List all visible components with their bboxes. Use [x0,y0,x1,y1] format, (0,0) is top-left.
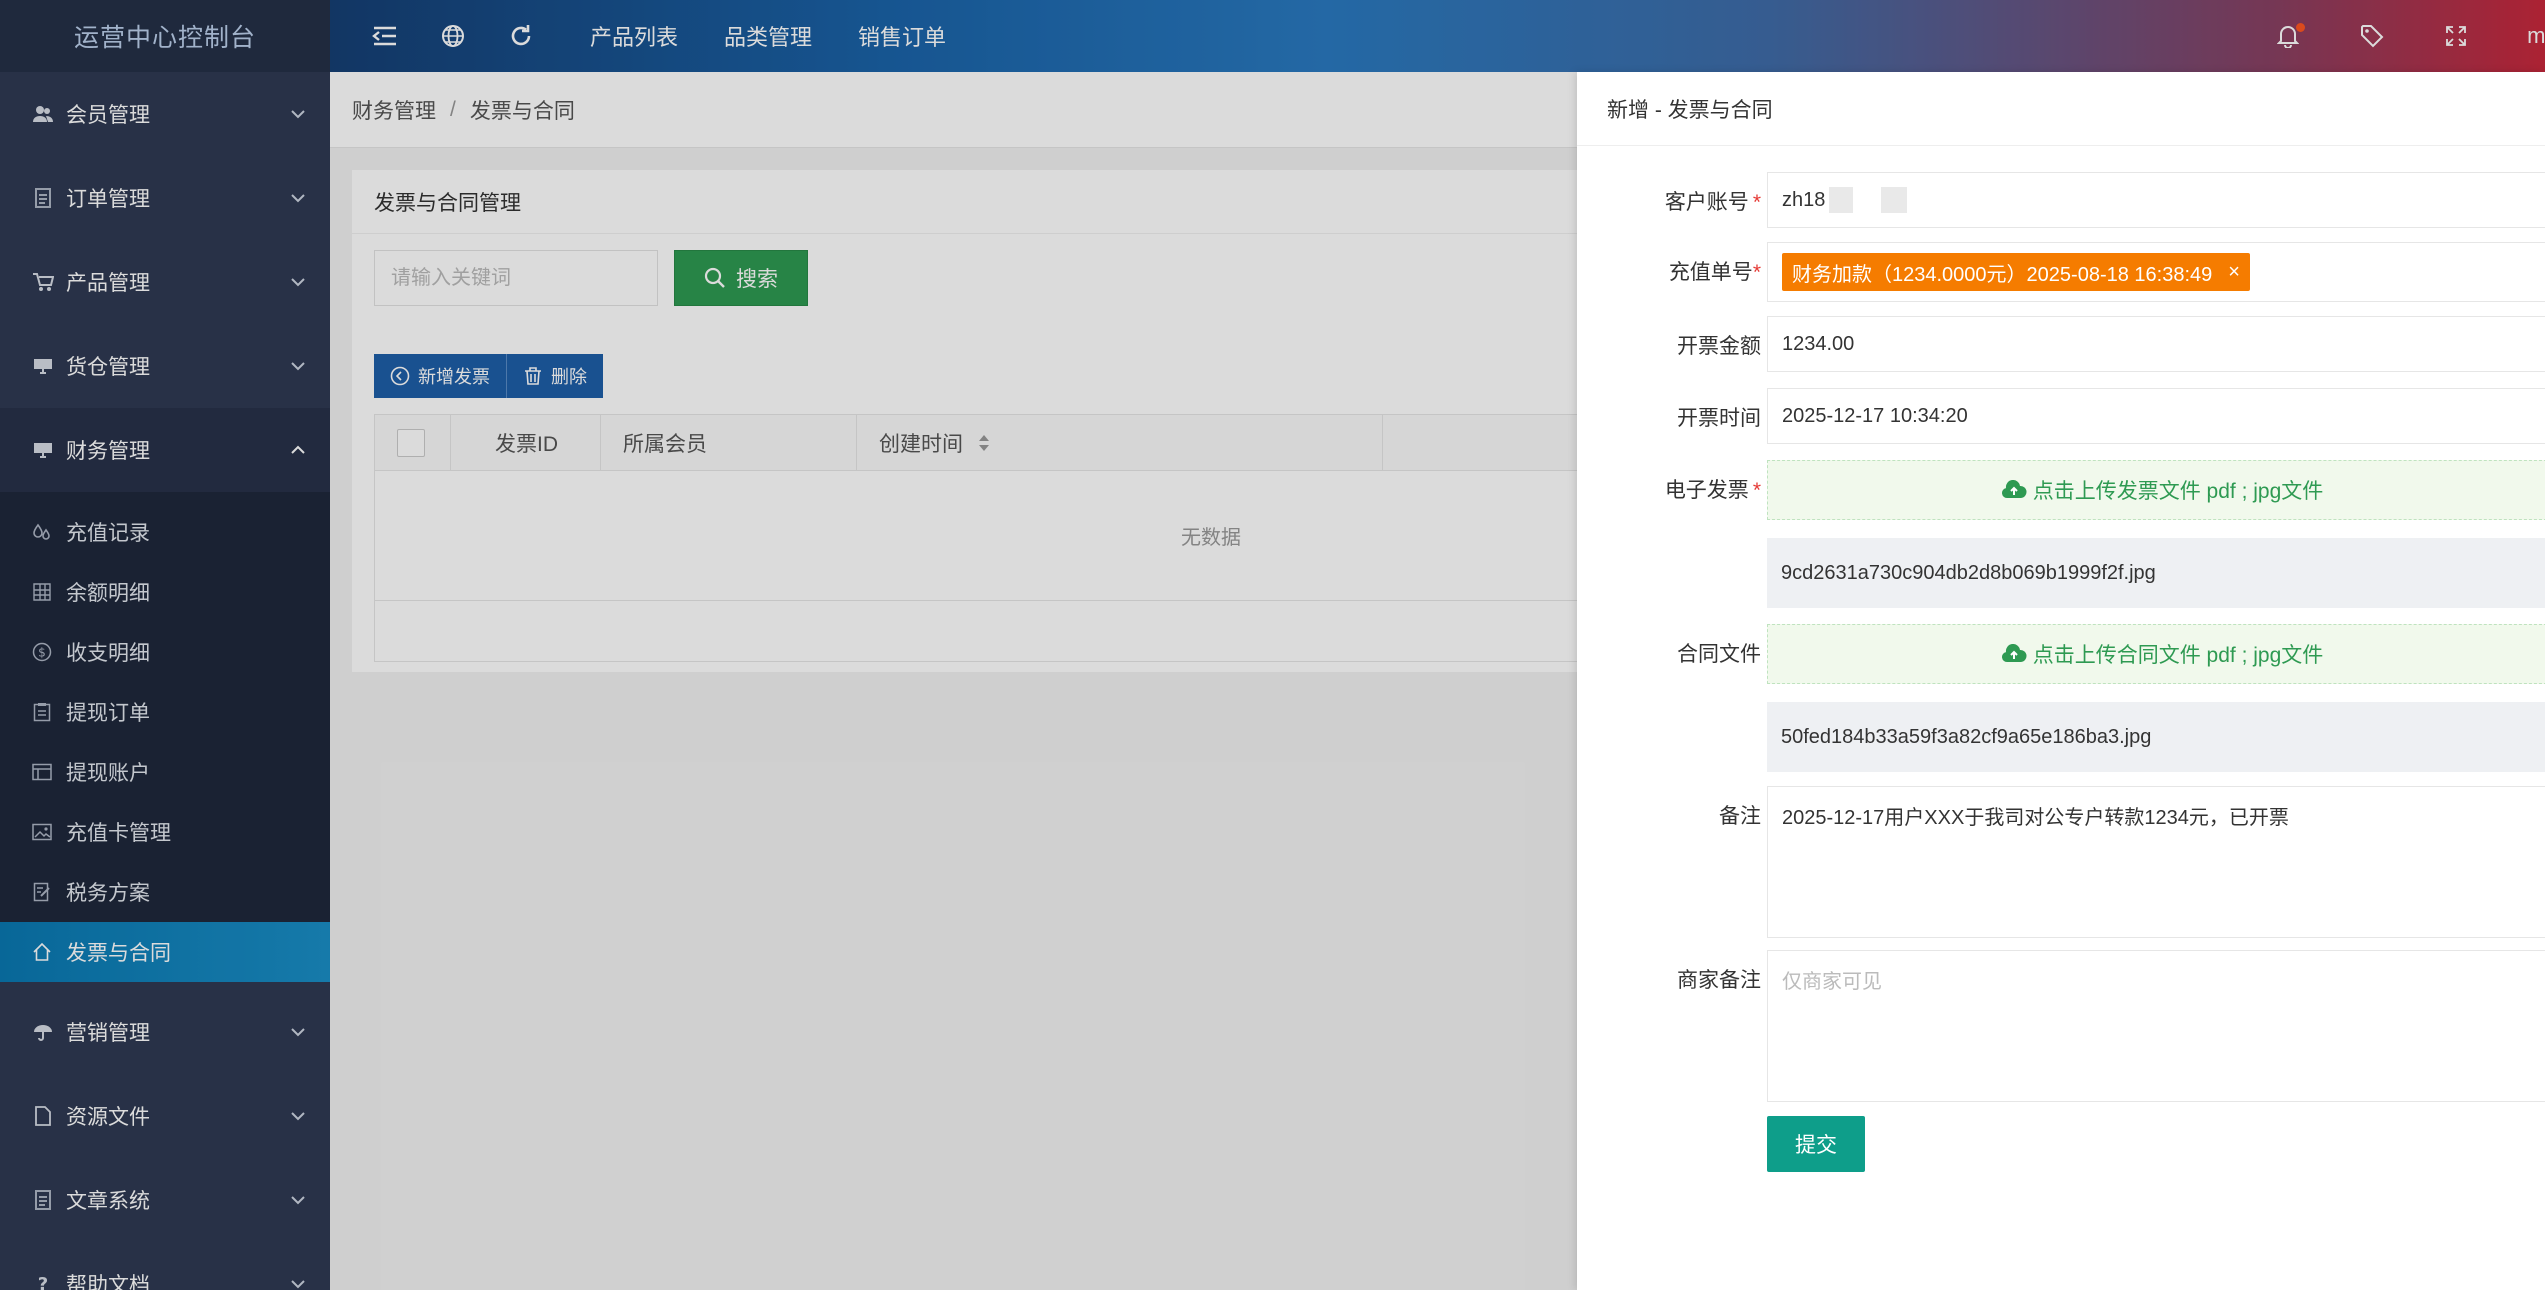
required-mark: * [1752,261,1761,284]
label-amount: 开票金额 [1677,335,1761,358]
submit-button[interactable]: 提交 [1767,1116,1865,1172]
account-value: zh18 [1782,188,1826,211]
add-invoice-drawer: 新增 - 发票与合同 客户账号 * zh18 充值单号* 财务加款（1234.00… [1577,72,2545,1290]
recharge-order-tag: 财务加款（1234.0000元）2025-08-18 16:38:49 × [1782,253,2250,291]
label-e-invoice: 电子发票 * [1665,474,1761,504]
account-field[interactable]: zh18 [1767,172,2545,228]
contract-file-item[interactable]: 50fed184b33a59f3a82cf9a65e186ba3.jpg [1767,702,2545,772]
label-contract: 合同文件 [1677,643,1761,666]
label-e-invoice-text: 电子发票 [1664,479,1749,502]
masked-text [1829,187,1854,213]
contract-file-name: 50fed184b33a59f3a82cf9a65e186ba3.jpg [1781,725,2152,748]
label-account: 客户账号 * [1665,186,1761,216]
recharge-order-field[interactable]: 财务加款（1234.0000元）2025-08-18 16:38:49 × [1767,242,2545,302]
label-account-text: 客户账号 [1664,191,1749,214]
amount-field[interactable]: 1234.00 [1767,316,2545,372]
upload-invoice-label: 点击上传发票文件 pdf ; jpg文件 [2032,480,2324,503]
remark-textarea[interactable]: 2025-12-17用户XXX于我司对公专户转款1234元，已开票 [1767,786,2545,938]
upload-contract-label: 点击上传合同文件 pdf ; jpg文件 [2032,644,2324,667]
label-invoice-time: 开票时间 [1677,407,1761,430]
invoice-time-value: 2025-12-17 10:34:20 [1782,404,1968,427]
label-merchant-remark: 商家备注 [1677,969,1761,992]
tag-close-icon[interactable]: × [2228,261,2240,284]
label-order: 充值单号* [1669,256,1761,286]
required-mark: * [1752,191,1761,214]
upload-invoice-button[interactable]: 点击上传发票文件 pdf ; jpg文件 [1767,460,2545,520]
amount-value: 1234.00 [1782,332,1855,355]
invoice-file-name: 9cd2631a730c904db2d8b069b1999f2f.jpg [1781,561,2156,584]
label-order-text: 充值单号 [1668,261,1753,284]
upload-contract-button[interactable]: 点击上传合同文件 pdf ; jpg文件 [1767,624,2545,684]
recharge-order-tag-text: 财务加款（1234.0000元）2025-08-18 16:38:49 [1792,263,2213,286]
cloud-upload-icon [2001,644,2027,662]
masked-text [1881,187,1908,213]
invoice-time-field[interactable]: 2025-12-17 10:34:20 [1767,388,2545,444]
required-mark: * [1752,479,1761,502]
invoice-file-item[interactable]: 9cd2631a730c904db2d8b069b1999f2f.jpg [1767,538,2545,608]
cloud-upload-icon [2001,480,2027,498]
drawer-title: 新增 - 发票与合同 [1577,72,2545,146]
merchant-remark-textarea[interactable] [1767,950,2545,1102]
label-remark: 备注 [1719,805,1761,828]
